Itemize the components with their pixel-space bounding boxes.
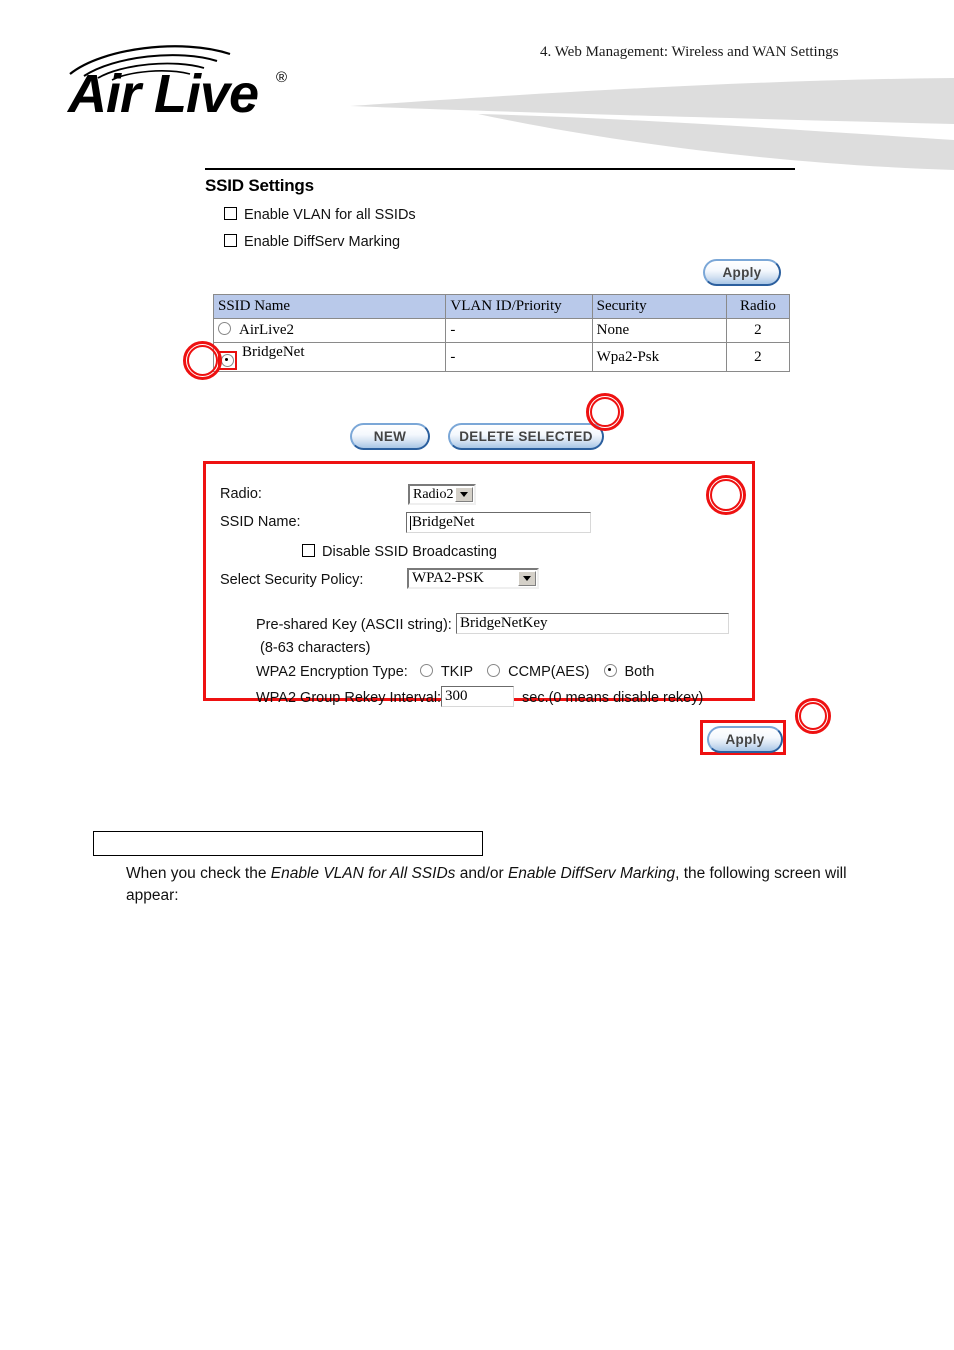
security-policy-label: Select Security Policy:	[220, 572, 364, 588]
vlan-value: -	[445, 318, 593, 343]
ssid-name-value: AirLive2	[239, 322, 294, 338]
enable-diffserv-checkbox[interactable]	[224, 234, 237, 247]
chevron-down-icon[interactable]	[455, 487, 473, 502]
delete-selected-button[interactable]: DELETE SELECTED	[448, 423, 604, 450]
ssid-row-airlive2[interactable]: AirLive2	[212, 318, 447, 343]
annotation-circle-delete-button	[586, 393, 624, 431]
annotation-circle-ssid-row	[183, 341, 222, 380]
encryption-radio-tkip[interactable]	[419, 664, 433, 677]
column-header-vlan-id: VLAN ID/Priority	[445, 294, 593, 319]
security-value: Wpa2-Psk	[591, 342, 727, 372]
encryption-radio-both[interactable]	[603, 664, 617, 677]
encryption-radio-ccmp[interactable]	[487, 664, 501, 677]
ssid-name-label: SSID Name:	[220, 514, 301, 530]
encryption-option-label: Both	[624, 664, 655, 680]
annotation-circle-panel	[706, 475, 746, 515]
apply-button-bottom[interactable]: Apply	[707, 726, 783, 753]
rekey-interval-value: 300	[445, 688, 468, 704]
radio-select[interactable]: Radio2	[408, 484, 476, 505]
new-button[interactable]: NEW	[350, 423, 430, 450]
radio-select-value: Radio2	[413, 486, 454, 502]
radio-label: Radio:	[220, 486, 262, 502]
section-divider	[205, 168, 795, 170]
select-ssid-radio-airlive2[interactable]	[218, 322, 231, 335]
annotation-circle-apply-button	[795, 698, 831, 734]
enable-vlan-label: Enable VLAN for all SSIDs	[244, 207, 416, 223]
ssid-name-input-value: BridgeNet	[412, 514, 475, 530]
enable-vlan-checkbox-row[interactable]: Enable VLAN for all SSIDs	[224, 207, 416, 223]
table-header-row: SSID Name VLAN ID/Priority Security Radi…	[212, 294, 791, 319]
apply-button-top[interactable]: Apply	[703, 259, 781, 286]
page-title: SSID Settings	[205, 176, 314, 195]
encryption-option-ccmp[interactable]: CCMP(AES)	[487, 664, 589, 680]
body-paragraph: When you check the Enable VLAN for All S…	[126, 863, 856, 907]
enable-vlan-checkbox[interactable]	[224, 207, 237, 220]
encryption-option-label: CCMP(AES)	[508, 664, 590, 680]
preshared-key-hint: (8-63 characters)	[260, 640, 371, 656]
preshared-key-value: BridgeNetKey	[460, 615, 548, 631]
paragraph-emphasis-2: Enable DiffServ Marking	[507, 865, 676, 882]
security-value: None	[591, 318, 727, 343]
disable-broadcast-label: Disable SSID Broadcasting	[322, 544, 497, 560]
column-header-ssid-name: SSID Name	[212, 294, 447, 319]
vlan-value: -	[445, 342, 593, 372]
encryption-type-row: WPA2 Encryption Type: TKIP CCMP(AES) Bot…	[256, 664, 664, 680]
note-box	[93, 831, 483, 856]
ssid-row-bridgenet[interactable]: BridgeNet	[212, 342, 447, 372]
ssid-table: SSID Name VLAN ID/Priority Security Radi…	[212, 294, 791, 372]
encryption-option-both[interactable]: Both	[603, 664, 655, 680]
rekey-interval-label: WPA2 Group Rekey Interval:	[256, 690, 442, 706]
disable-ssid-broadcasting-checkbox[interactable]	[302, 544, 315, 557]
ssid-config-panel: Radio: Radio2 SSID Name: BridgeNet Disab…	[203, 461, 755, 707]
enable-diffserv-checkbox-row[interactable]: Enable DiffServ Marking	[224, 234, 400, 250]
ssid-name-value: BridgeNet	[242, 344, 305, 360]
preshared-key-input[interactable]: BridgeNetKey	[456, 613, 729, 634]
preshared-key-label: Pre-shared Key (ASCII string):	[256, 617, 452, 633]
paragraph-emphasis-1: Enable VLAN for All SSIDs	[270, 865, 456, 882]
ssid-settings-screenshot: SSID Settings Enable VLAN for all SSIDs …	[0, 0, 954, 800]
chevron-down-icon[interactable]	[518, 571, 536, 586]
radio-value: 2	[725, 318, 791, 343]
rekey-interval-input[interactable]: 300	[441, 686, 514, 707]
encryption-type-label: WPA2 Encryption Type:	[256, 664, 408, 680]
encryption-option-label: TKIP	[440, 664, 474, 680]
radio-value: 2	[725, 342, 791, 372]
enable-diffserv-label: Enable DiffServ Marking	[244, 234, 401, 250]
select-ssid-radio-bridgenet[interactable]	[221, 354, 234, 367]
paragraph-text-1: When you check the	[126, 865, 271, 882]
column-header-radio: Radio	[725, 294, 791, 319]
ssid-name-input[interactable]: BridgeNet	[406, 512, 591, 533]
security-policy-select[interactable]: WPA2-PSK	[407, 568, 539, 589]
table-row[interactable]: BridgeNet - Wpa2-Psk 2	[212, 342, 791, 372]
disable-broadcast-row[interactable]: Disable SSID Broadcasting	[302, 544, 497, 560]
security-policy-value: WPA2-PSK	[412, 570, 484, 586]
encryption-option-tkip[interactable]: TKIP	[419, 664, 474, 680]
table-row[interactable]: AirLive2 - None 2	[212, 318, 791, 343]
rekey-interval-suffix: sec.(0 means disable rekey)	[522, 690, 704, 706]
column-header-security: Security	[591, 294, 727, 319]
paragraph-text-2: and/or	[455, 865, 508, 882]
